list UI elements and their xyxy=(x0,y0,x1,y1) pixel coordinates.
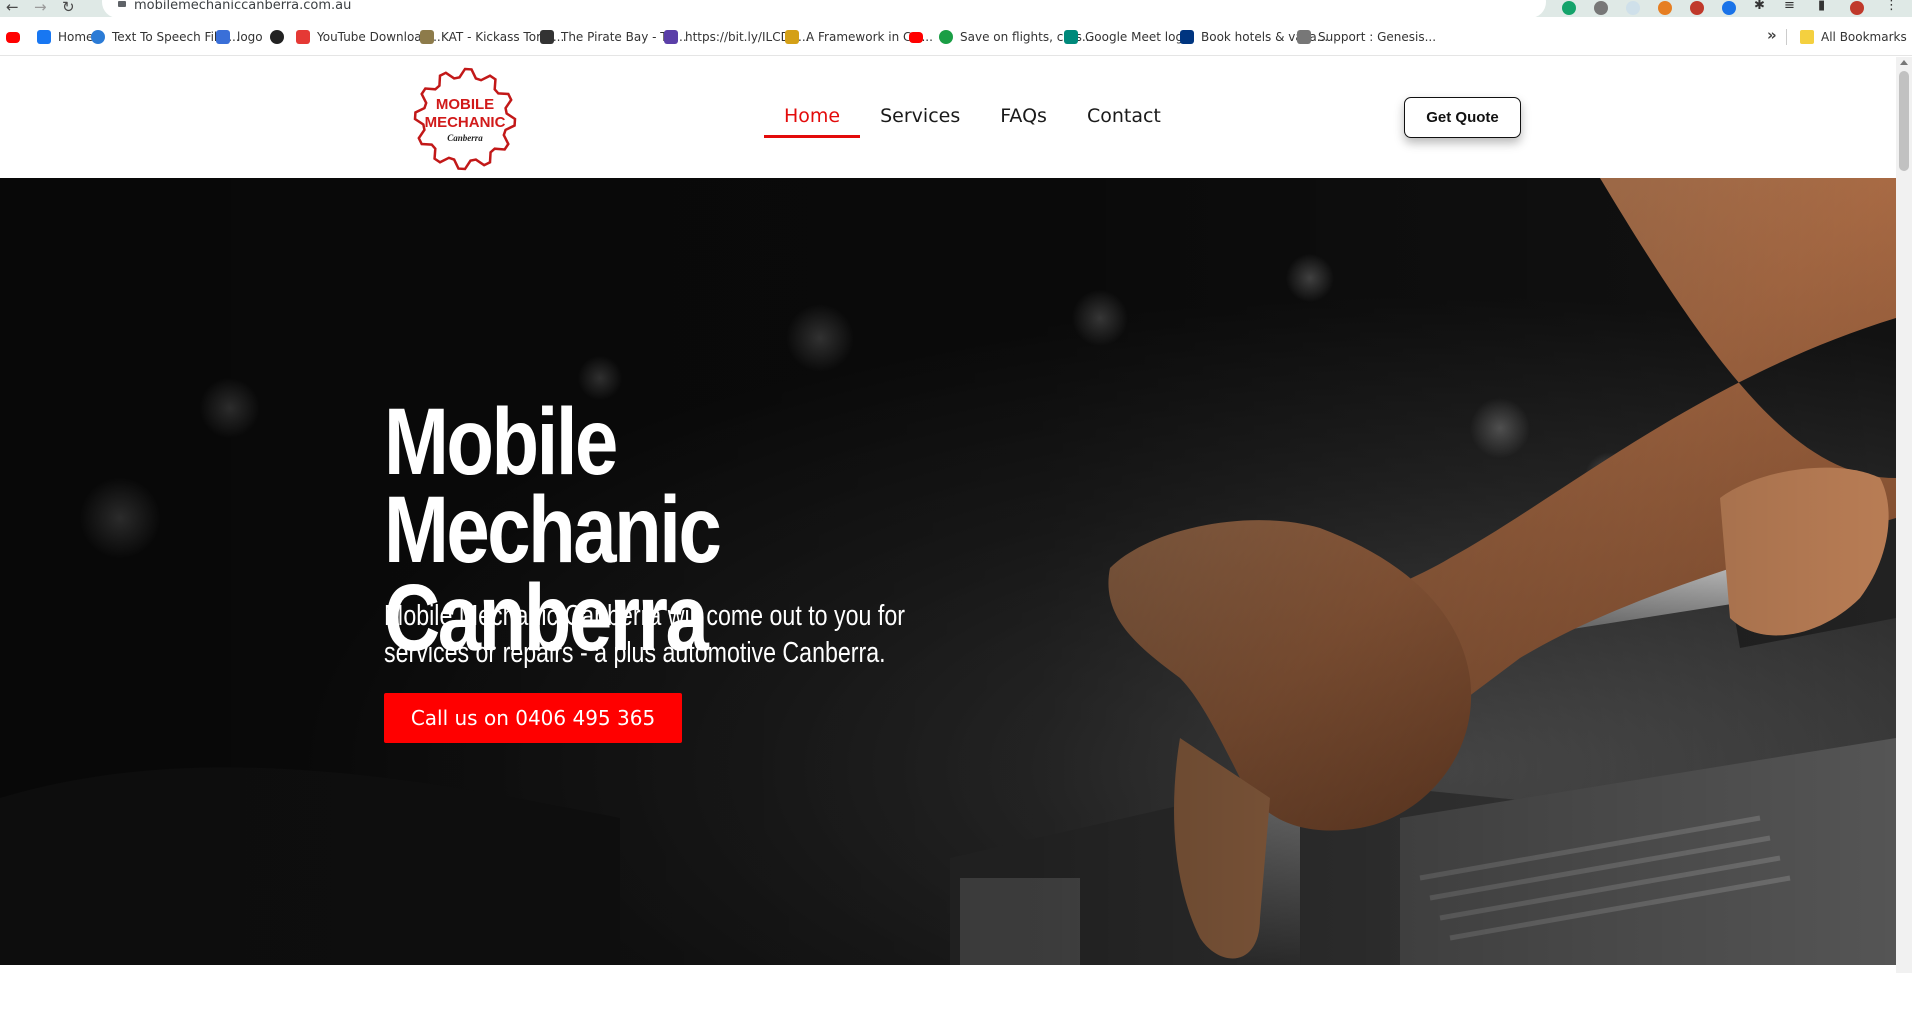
bookmark-item[interactable]: logo xyxy=(216,29,263,45)
reload-icon[interactable]: ↻ xyxy=(62,0,75,16)
booking-icon xyxy=(1180,30,1194,44)
framework-icon xyxy=(785,30,799,44)
bookmark-label: Home xyxy=(58,30,94,44)
scroll-up-arrow-icon[interactable] xyxy=(1900,60,1908,65)
page-scrollbar[interactable] xyxy=(1896,57,1912,973)
all-bookmarks-folder[interactable]: All Bookmarks xyxy=(1800,29,1907,45)
folder-icon xyxy=(1800,30,1814,44)
nav-services[interactable]: Services xyxy=(880,105,960,127)
bookmark-label: Google Meet logo xyxy=(1085,30,1191,44)
main-navigation: Home Services FAQs Contact xyxy=(764,105,1201,138)
side-panel-icon[interactable]: ▮ xyxy=(1818,0,1825,13)
pirate-ship-icon xyxy=(540,30,554,44)
puzzle-extensions-icon[interactable]: ✱ xyxy=(1754,0,1765,13)
bookmarks-bar: » All Bookmarks Home Text To Speech Filip… xyxy=(0,17,1912,56)
more-menu-icon[interactable]: ⋮ xyxy=(1885,0,1898,13)
google-meet-icon xyxy=(1064,30,1078,44)
logo-line1: MOBILE xyxy=(436,96,494,113)
bookmark-item[interactable]: Google Meet logo xyxy=(1064,29,1190,45)
profile-avatar-icon[interactable] xyxy=(1850,1,1864,15)
scrollbar-thumb[interactable] xyxy=(1899,71,1909,171)
bookmark-item[interactable]: YouTube Download... xyxy=(296,29,441,45)
lock-icon xyxy=(118,1,126,7)
metamask-extension-icon[interactable] xyxy=(1658,1,1672,15)
call-us-button[interactable]: Call us on 0406 495 365 xyxy=(384,693,682,743)
hero-subtitle: Mobile Mechanic Canberra will come out t… xyxy=(384,600,905,669)
nav-home-label: Home xyxy=(784,105,841,127)
bookmark-item[interactable]: Home xyxy=(37,29,93,45)
bookmark-item[interactable]: Support : Genesis... xyxy=(1297,29,1436,45)
meta-icon xyxy=(37,30,51,44)
bookmarks-overflow-icon[interactable]: » xyxy=(1767,26,1777,44)
address-bar[interactable]: mobilemechaniccanberra.com.au ⇪ ☆ xyxy=(102,0,1546,18)
bookmark-item[interactable] xyxy=(270,29,291,45)
logo-line2: MECHANIC xyxy=(425,114,506,131)
extension-icon[interactable] xyxy=(1690,1,1704,15)
bookmark-label: Support : Genesis... xyxy=(1318,30,1437,44)
nav-contact[interactable]: Contact xyxy=(1087,105,1161,127)
extension-icon[interactable] xyxy=(1722,1,1736,15)
bookmark-item[interactable] xyxy=(909,29,930,45)
hero-section: Mobile Mechanic Canberra Mobile Mechanic… xyxy=(0,178,1896,965)
settings-extension-icon[interactable] xyxy=(1594,1,1608,15)
expedia-icon xyxy=(939,30,953,44)
grid-icon xyxy=(1297,30,1311,44)
extension-icon[interactable] xyxy=(1626,1,1640,15)
grammarly-extension-icon[interactable] xyxy=(1562,1,1576,15)
nav-home[interactable]: Home xyxy=(764,105,861,138)
download-icon xyxy=(296,30,310,44)
hero-title-line1: Mobile Mechanic xyxy=(384,389,722,583)
url-text[interactable]: mobilemechaniccanberra.com.au xyxy=(134,0,351,13)
bookmark-star-icon[interactable]: ☆ xyxy=(1522,0,1534,1)
get-quote-button[interactable]: Get Quote xyxy=(1404,97,1521,138)
kat-icon xyxy=(420,30,434,44)
logo-line3: Canberra xyxy=(447,133,483,143)
bitly-icon xyxy=(664,30,678,44)
bookmark-label: logo xyxy=(237,30,263,44)
youtube-icon xyxy=(6,31,20,43)
youtube-icon xyxy=(909,31,923,43)
globe-icon xyxy=(270,30,284,44)
tts-icon xyxy=(91,30,105,44)
site-header: MOBILE MECHANIC Canberra Home Services F… xyxy=(0,57,1896,178)
bookmark-item[interactable] xyxy=(6,29,27,45)
browser-toolbar: ← → ↻ mobilemechaniccanberra.com.au ⇪ ☆ … xyxy=(0,0,1912,18)
nav-faqs[interactable]: FAQs xyxy=(1000,105,1047,127)
forward-icon[interactable]: → xyxy=(34,0,47,16)
site-logo[interactable]: MOBILE MECHANIC Canberra xyxy=(413,67,517,171)
bookmarks-divider xyxy=(1786,29,1787,45)
media-icon[interactable]: ≡ xyxy=(1784,0,1795,13)
share-icon[interactable]: ⇪ xyxy=(1497,0,1508,1)
shield-logo-icon xyxy=(216,30,230,44)
back-icon[interactable]: ← xyxy=(6,0,19,16)
all-bookmarks-label: All Bookmarks xyxy=(1821,30,1907,44)
nav-active-indicator xyxy=(764,135,861,138)
